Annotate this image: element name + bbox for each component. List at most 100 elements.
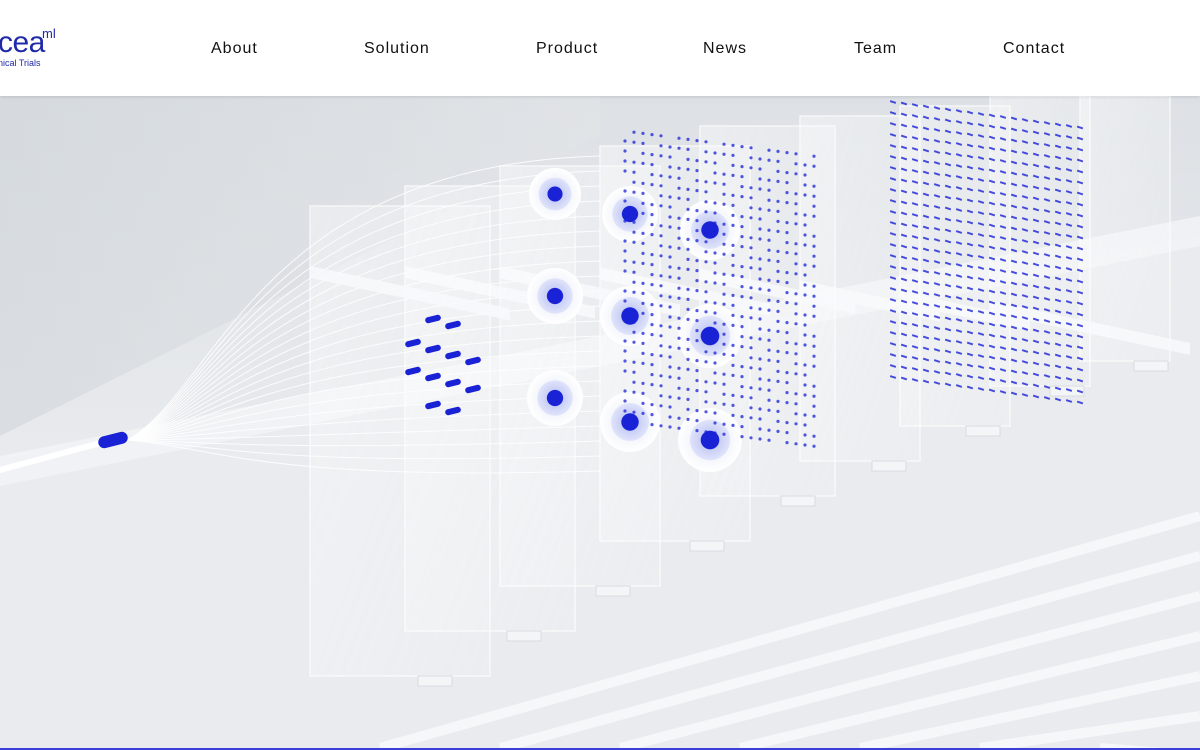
matrix-dot [659, 294, 663, 298]
matrix-dot [794, 242, 798, 246]
matrix-dot [731, 413, 735, 417]
matrix-dot [668, 275, 672, 279]
matrix-dot [686, 337, 690, 341]
matrix-dot [776, 159, 780, 163]
nav-solution[interactable]: Solution [364, 40, 430, 58]
matrix-dot [749, 306, 753, 310]
matrix-dot [704, 380, 708, 384]
matrix-dot [623, 389, 627, 393]
matrix-dot [812, 344, 816, 348]
matrix-dot [641, 191, 645, 195]
matrix-dot [767, 308, 771, 312]
matrix-dot [776, 279, 780, 283]
matrix-dot [758, 187, 762, 191]
matrix-dot [731, 423, 735, 427]
matrix-dot [749, 396, 753, 400]
matrix-dot [650, 253, 654, 257]
matrix-dot [785, 171, 789, 175]
matrix-dot [803, 193, 807, 197]
matrix-dot [632, 420, 636, 424]
matrix-dot [722, 352, 726, 356]
matrix-dot [794, 352, 798, 356]
matrix-dot [776, 149, 780, 153]
matrix-dot [776, 209, 780, 213]
matrix-dot [713, 151, 717, 155]
matrix-dot [740, 315, 744, 319]
matrix-dot [812, 264, 816, 268]
matrix-dot [803, 343, 807, 347]
matrix-dot [713, 321, 717, 325]
matrix-dot [731, 203, 735, 207]
matrix-dot [668, 305, 672, 309]
matrix-dot [704, 300, 708, 304]
matrix-dot [767, 148, 771, 152]
matrix-dot [776, 319, 780, 323]
matrix-dot [704, 350, 708, 354]
matrix-dot [740, 245, 744, 249]
matrix-dot [767, 338, 771, 342]
matrix-dot [803, 183, 807, 187]
matrix-dot [722, 392, 726, 396]
matrix-dot [722, 372, 726, 376]
matrix-dot [704, 240, 708, 244]
matrix-dot [659, 234, 663, 238]
matrix-dot [641, 211, 645, 215]
matrix-dot [767, 228, 771, 232]
matrix-dot [668, 365, 672, 369]
matrix-dot [713, 311, 717, 315]
matrix-dot [686, 357, 690, 361]
matrix-dot [695, 239, 699, 243]
matrix-dot [803, 373, 807, 377]
matrix-dot [758, 377, 762, 381]
matrix-dot [623, 159, 627, 163]
matrix-dot [668, 345, 672, 349]
matrix-dot [695, 289, 699, 293]
panel-stand [780, 495, 816, 507]
matrix-dot [803, 163, 807, 167]
matrix-dot [749, 216, 753, 220]
matrix-dot [803, 413, 807, 417]
nav-about[interactable]: About [211, 40, 258, 58]
matrix-dot [704, 180, 708, 184]
matrix-dot [695, 369, 699, 373]
matrix-dot [749, 256, 753, 260]
matrix-dot [785, 331, 789, 335]
matrix-dot [668, 155, 672, 159]
matrix-dot [812, 234, 816, 238]
matrix-dot [686, 157, 690, 161]
matrix-dot [632, 410, 636, 414]
matrix-dot [659, 144, 663, 148]
nav-team[interactable]: Team [854, 40, 897, 58]
nav-contact[interactable]: Contact [1003, 40, 1065, 58]
matrix-dot [713, 351, 717, 355]
matrix-dot [812, 354, 816, 358]
matrix-dot [803, 233, 807, 237]
nav-news[interactable]: News [703, 40, 747, 58]
matrix-dot [776, 429, 780, 433]
matrix-dot [632, 320, 636, 324]
matrix-dot [812, 404, 816, 408]
matrix-dot [677, 186, 681, 190]
matrix-dot [632, 340, 636, 344]
matrix-dot [659, 374, 663, 378]
matrix-dot [677, 146, 681, 150]
matrix-dot [641, 261, 645, 265]
matrix-dot [794, 442, 798, 446]
matrix-dot [677, 296, 681, 300]
matrix-dot [758, 327, 762, 331]
panel-stand [595, 585, 631, 597]
matrix-dot [803, 263, 807, 267]
matrix-dot [623, 319, 627, 323]
matrix-dot [641, 151, 645, 155]
matrix-dot [713, 201, 717, 205]
matrix-dot [776, 419, 780, 423]
matrix-dot [668, 415, 672, 419]
matrix-dot [794, 402, 798, 406]
nav-product[interactable]: Product [536, 40, 598, 58]
matrix-dot [731, 313, 735, 317]
matrix-dot [812, 304, 816, 308]
matrix-dot [713, 261, 717, 265]
matrix-dot [740, 335, 744, 339]
hero-banner [0, 96, 1200, 748]
matrix-dot [722, 202, 726, 206]
